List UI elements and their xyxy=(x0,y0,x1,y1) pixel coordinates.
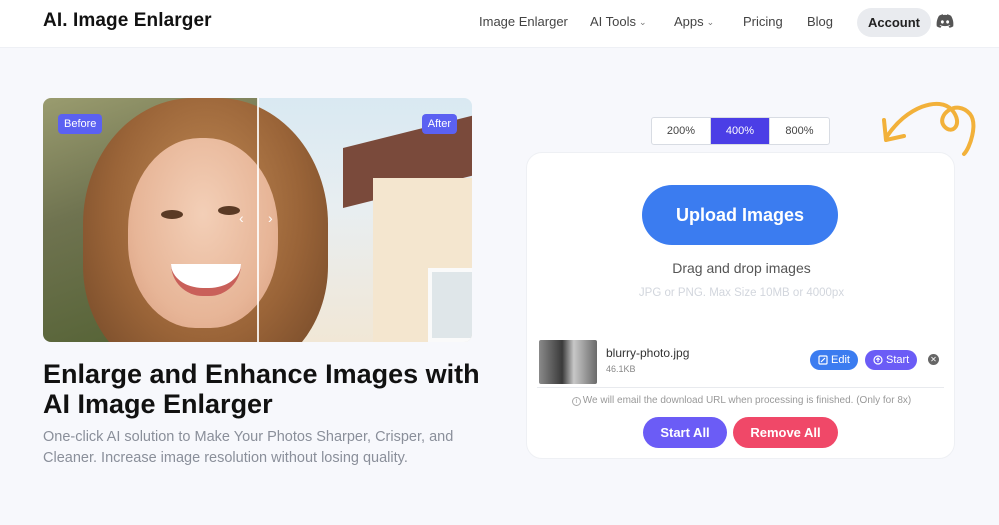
page-headline: Enlarge and Enhance Images with AI Image… xyxy=(43,359,480,419)
nav-label: Apps xyxy=(674,14,704,29)
portrait-eye xyxy=(161,210,183,219)
email-note-text: We will email the download URL when proc… xyxy=(582,395,912,406)
upload-images-button[interactable]: Upload Images xyxy=(642,185,838,245)
chevron-right-icon[interactable]: › xyxy=(268,210,273,226)
chevron-left-icon[interactable]: ‹ xyxy=(239,210,244,226)
before-after-compare[interactable]: ‹ › Before After xyxy=(43,98,472,342)
file-size: 46.1KB xyxy=(606,364,636,374)
info-icon: i xyxy=(571,397,581,406)
file-name: blurry-photo.jpg xyxy=(606,346,690,360)
nav-label: Image Enlarger xyxy=(479,14,568,29)
portrait-eye xyxy=(218,206,240,215)
start-label: Start xyxy=(886,354,910,366)
discord-icon[interactable] xyxy=(936,14,954,28)
page-subtext: One-click AI solution to Make Your Photo… xyxy=(43,429,454,466)
nav-label: Pricing xyxy=(743,14,783,29)
remove-all-button[interactable]: Remove All xyxy=(733,417,838,448)
divider xyxy=(537,387,944,388)
upload-circle-icon xyxy=(873,355,883,365)
scale-option-200[interactable]: 200% xyxy=(652,118,711,144)
after-badge: After xyxy=(421,114,457,134)
scale-option-800[interactable]: 800% xyxy=(770,118,829,144)
compare-slider-handle[interactable] xyxy=(257,98,259,342)
nav-blog[interactable]: Blog xyxy=(807,14,833,29)
house-window xyxy=(428,268,472,342)
edit-label: Edit xyxy=(831,354,850,366)
chevron-down-icon: ⌄ xyxy=(639,17,647,27)
file-list-item: blurry-photo.jpg 46.1KB Edit Start ✕ xyxy=(539,340,944,386)
account-button[interactable]: Account xyxy=(857,8,931,37)
start-button[interactable]: Start xyxy=(865,350,918,370)
start-all-button[interactable]: Start All xyxy=(643,417,727,448)
main-nav: Image Enlarger AI Tools ⌄ Apps ⌄ Pricing B… xyxy=(0,0,999,48)
portrait-face xyxy=(128,138,278,328)
nav-label: AI Tools xyxy=(590,14,637,29)
nav-apps[interactable]: Apps ⌄ xyxy=(674,14,714,29)
remove-file-icon[interactable]: ✕ xyxy=(928,354,939,365)
chevron-down-icon: ⌄ xyxy=(706,17,715,27)
nav-image-enlarger[interactable]: Image Enlarger xyxy=(479,14,568,29)
file-thumbnail xyxy=(539,340,597,384)
site-header: AI. Image Enlarger Image Enlarger AI Too… xyxy=(0,0,999,48)
upload-card: Upload Images Drag and drop images JPG o… xyxy=(526,152,955,459)
scale-selector: 200% 400% 800% xyxy=(651,117,830,145)
scale-option-400[interactable]: 400% xyxy=(711,118,770,144)
before-badge: Before xyxy=(58,114,103,134)
upload-hint: JPG or PNG. Max Size 10MB or 4000px xyxy=(638,287,845,299)
edit-icon xyxy=(818,355,828,365)
edit-button[interactable]: Edit xyxy=(810,350,858,370)
email-note: i We will email the download URL when pro… xyxy=(527,395,956,406)
nav-label: Blog xyxy=(807,14,834,29)
drag-drop-text: Drag and drop images xyxy=(672,260,811,276)
nav-pricing[interactable]: Pricing xyxy=(743,14,783,29)
nav-ai-tools[interactable]: AI Tools ⌄ xyxy=(590,14,647,29)
